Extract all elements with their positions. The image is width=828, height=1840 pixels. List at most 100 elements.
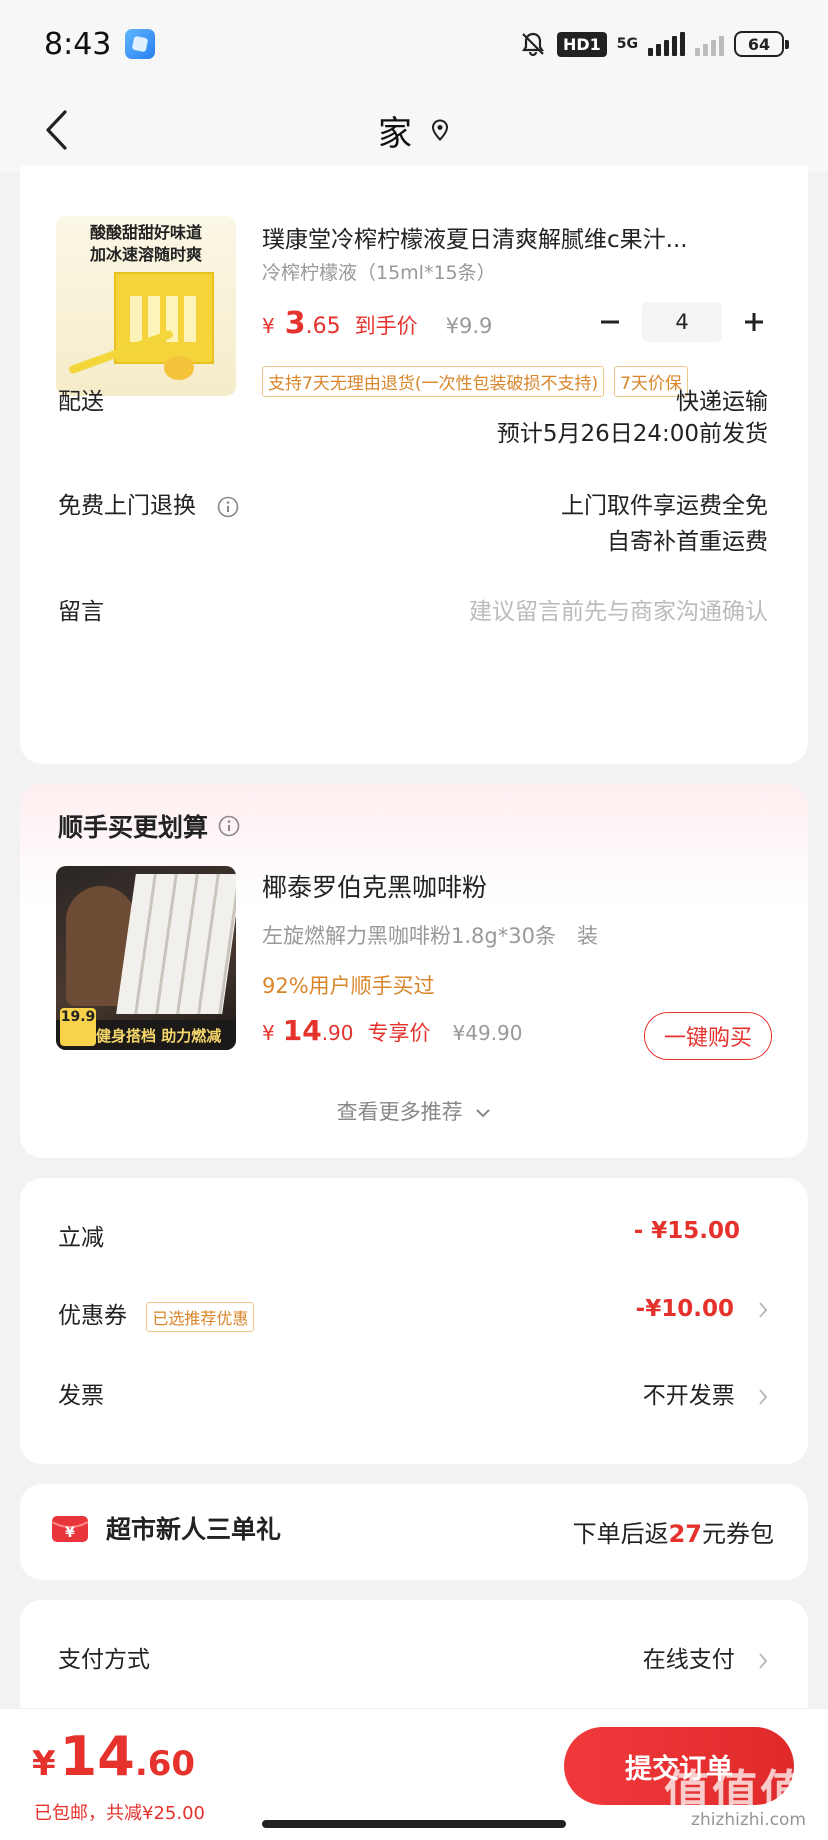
chevron-right-icon: [759, 1301, 768, 1318]
recommend-item[interactable]: 健身搭档 助力燃减 19.9 椰泰罗伯克黑咖啡粉 左旋燃解力黑咖啡粉1.8g*3…: [56, 866, 772, 1060]
thumb-text-2: 加冰速溶随时爽: [89, 245, 202, 264]
price-badge: 19.9: [60, 1008, 96, 1046]
watermark-url: zhizhizhi.com: [691, 1810, 806, 1830]
status-bar: 8:43 HD1 5G 64: [0, 0, 828, 88]
see-more-label: 查看更多推荐: [336, 1100, 463, 1124]
nav-bar: 家: [0, 88, 828, 172]
badge-price: 19.9: [60, 1009, 96, 1025]
recommend-social-proof: 92%用户顺手买过: [262, 974, 435, 998]
message-input[interactable]: 建议留言前先与商家沟通确认: [469, 592, 768, 626]
status-time: 8:43: [44, 26, 112, 62]
plus-icon: [745, 313, 763, 331]
delivery-label: 配送: [58, 389, 104, 415]
product-spec: 冷榨柠檬液（15ml*15条）: [262, 262, 496, 284]
invoice-value: 不开发票: [642, 1383, 735, 1409]
invoice-label: 发票: [58, 1383, 104, 1409]
product-title[interactable]: 璞康堂冷榨柠檬液夏日清爽解腻维c果汁...: [262, 220, 772, 254]
discount-value: - ¥15.00: [633, 1218, 740, 1244]
gift-reward: 下单后返27元券包: [573, 1514, 774, 1549]
svg-text:¥: ¥: [65, 1525, 75, 1541]
rec-original-price: ¥49.90: [452, 1021, 523, 1045]
chevron-down-icon: [476, 1109, 491, 1118]
returns-row[interactable]: 免费上门退换: [58, 486, 239, 520]
coupon-row[interactable]: 优惠券 已选推荐优惠: [58, 1296, 255, 1332]
payment-value: 在线支付: [642, 1647, 735, 1673]
price-decimal: .65: [305, 314, 341, 339]
rec-price-integer: 14: [282, 1014, 322, 1047]
total-integer: 14: [59, 1725, 135, 1788]
price-integer: 3: [284, 306, 306, 341]
gift-amount: 27: [668, 1520, 702, 1548]
coupon-tag: 已选推荐优惠: [146, 1301, 255, 1332]
signal-icon: [648, 32, 685, 56]
recommend-product-title[interactable]: 椰泰罗伯克黑咖啡粉: [262, 868, 487, 904]
order-item-card: 酸酸甜甜好味道 加冰速溶随时爽 璞康堂冷榨柠檬液夏日清爽解腻维c果汁... 冷榨…: [20, 166, 808, 764]
chevron-right-icon: [759, 1388, 768, 1405]
payment-method-group[interactable]: 在线支付: [643, 1640, 768, 1674]
page-title: 家: [378, 113, 412, 154]
battery-level: 64: [747, 34, 771, 54]
invoice-value-group[interactable]: 不开发票: [643, 1376, 768, 1410]
bell-off-icon: [521, 32, 545, 57]
payment-label: 支付方式: [58, 1647, 150, 1673]
returns-label: 免费上门退换: [58, 493, 196, 519]
one-click-buy-button[interactable]: 一键购买: [644, 1012, 772, 1060]
quantity-stepper: [592, 302, 772, 342]
recommend-image[interactable]: 健身搭档 助力燃减 19.9: [56, 866, 236, 1050]
lemon-graphic: [164, 356, 194, 380]
address-title[interactable]: 家: [378, 106, 450, 155]
back-button[interactable]: [36, 106, 76, 154]
gift-suffix: 元券包: [702, 1520, 774, 1548]
battery-icon: 64: [734, 31, 789, 57]
chevron-right-icon: [759, 1652, 768, 1669]
return-policy-tag: 支持7天无理由退货(一次性包装破损不支持): [262, 366, 605, 397]
newcomer-gift-card[interactable]: ¥ 超市新人三单礼 下单后返27元券包: [20, 1484, 808, 1580]
coupon-value-group[interactable]: -¥10.00: [636, 1296, 768, 1322]
recommend-card: 顺手买更划算 健身搭档 助力燃减 19.9 椰泰罗伯克黑咖啡粉 左旋燃解力黑咖啡…: [20, 784, 808, 1158]
network-type: 5G: [616, 36, 638, 52]
recommend-section-title: 顺手买更划算: [58, 808, 240, 844]
thumb-text-1: 酸酸甜甜好味道: [89, 223, 202, 242]
total-savings: 已包邮，共减¥25.00: [34, 1803, 205, 1824]
product-item[interactable]: 酸酸甜甜好味道 加冰速溶随时爽 璞康堂冷榨柠檬液夏日清爽解腻维c果汁... 冷榨…: [56, 216, 772, 397]
increase-button[interactable]: [736, 304, 772, 340]
info-icon[interactable]: [218, 815, 240, 837]
minus-icon: [601, 320, 619, 324]
app-notification-icon: [125, 29, 156, 59]
recommend-spec: 左旋燃解力黑咖啡粉1.8g*30条 装: [262, 924, 598, 948]
gift-title: 超市新人三单礼: [106, 1515, 282, 1544]
location-pin-icon: [431, 119, 449, 141]
original-price: ¥9.9: [445, 314, 493, 338]
message-label: 留言: [58, 599, 104, 625]
coupon-label: 优惠券: [58, 1303, 127, 1329]
home-indicator[interactable]: [262, 1820, 566, 1828]
product-image[interactable]: 酸酸甜甜好味道 加冰速溶随时爽: [56, 216, 236, 396]
returns-line-2: 自寄补首重运费: [607, 529, 768, 555]
total-decimal: .60: [134, 1744, 196, 1784]
info-icon[interactable]: [217, 496, 239, 518]
hd-badge: HD1: [556, 31, 607, 57]
total-price: ¥ 14 .60: [32, 1725, 195, 1788]
total-currency: ¥: [32, 1744, 56, 1784]
service-tags: 支持7天无理由退货(一次性包装破损不支持) 7天价保: [262, 366, 688, 397]
returns-line-1: 上门取件享运费全免: [561, 493, 768, 519]
recommend-title-text: 顺手买更划算: [58, 813, 209, 842]
red-packet-icon: ¥: [51, 1516, 89, 1542]
discount-label: 立减: [58, 1225, 104, 1251]
signal-secondary-icon: [695, 32, 724, 56]
rec-price-decimal: .90: [321, 1021, 354, 1045]
product-price: ¥ 3 .65 到手价 ¥9.9: [262, 306, 492, 341]
packs-graphic: [116, 874, 236, 1014]
price-label: 到手价: [354, 314, 418, 338]
price-summary-card: 立减 - ¥15.00 优惠券 已选推荐优惠 -¥10.00 发票 不开发票: [20, 1178, 808, 1464]
delivery-method[interactable]: 快递运输: [676, 382, 768, 416]
rec-price-label: 专享价: [367, 1021, 431, 1045]
promo-band-text: 健身搭档 助力燃减: [96, 1027, 222, 1045]
gift-prefix: 下单后返: [572, 1520, 669, 1548]
see-more-recommend-link[interactable]: 查看更多推荐: [20, 1096, 808, 1126]
coupon-value: -¥10.00: [635, 1296, 734, 1322]
rec-price-currency: ¥: [262, 1021, 275, 1045]
recommend-price: ¥ 14 .90 专享价 ¥49.90: [262, 1014, 523, 1047]
decrease-button[interactable]: [592, 304, 628, 340]
quantity-input[interactable]: [642, 302, 722, 342]
